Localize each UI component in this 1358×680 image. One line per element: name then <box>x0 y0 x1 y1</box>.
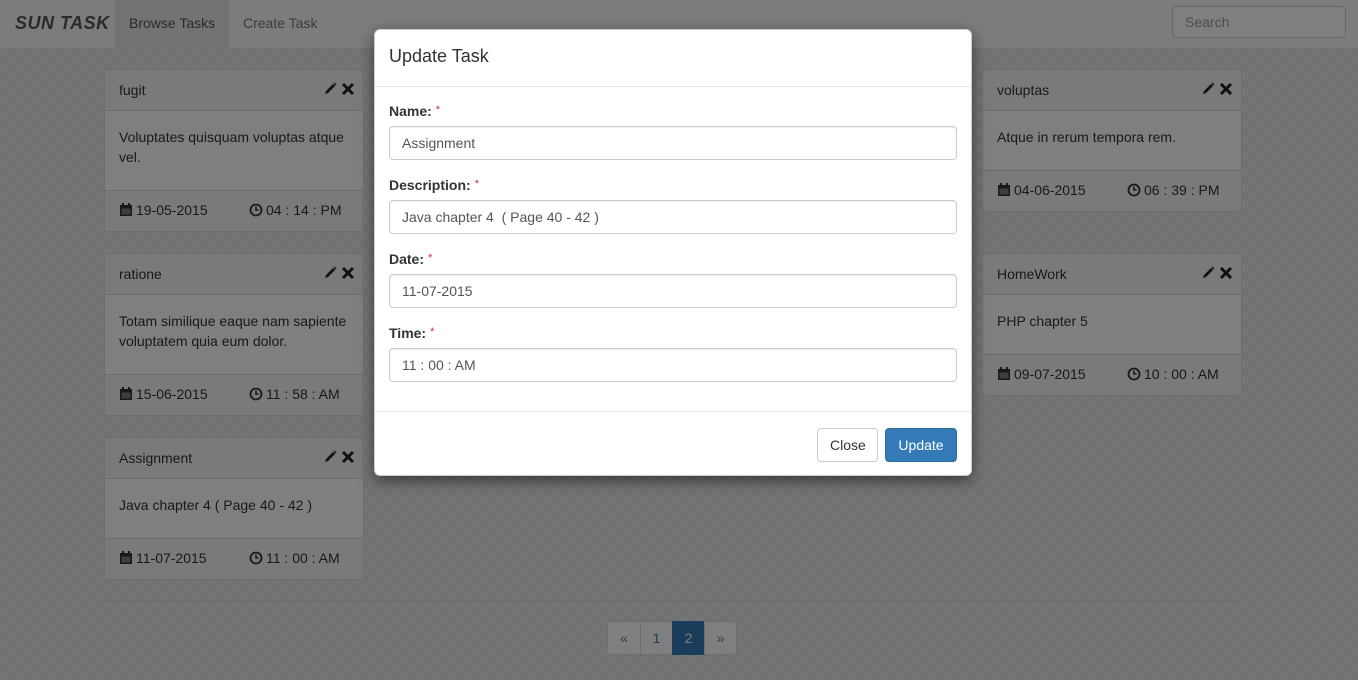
time-label: Time: * <box>389 325 435 341</box>
modal-title: Update Task <box>389 46 489 66</box>
update-task-modal: Update Task Name:* Description:* Date:* … <box>374 29 972 476</box>
required-marker: * <box>428 252 433 264</box>
date-field[interactable] <box>389 274 957 308</box>
required-marker: * <box>430 326 435 338</box>
update-button[interactable]: Update <box>885 428 957 462</box>
description-field[interactable] <box>389 200 957 234</box>
modal-header: Update Task <box>375 30 971 87</box>
description-label: Description: * <box>389 177 479 193</box>
name-label: Name: * <box>389 103 441 119</box>
required-marker: * <box>435 104 441 116</box>
time-field[interactable] <box>389 348 957 382</box>
date-label: Date: * <box>389 251 433 267</box>
modal-footer: Close Update <box>375 411 971 476</box>
close-button[interactable]: Close <box>817 428 878 462</box>
required-marker: * <box>474 178 479 190</box>
name-field[interactable] <box>389 126 957 160</box>
